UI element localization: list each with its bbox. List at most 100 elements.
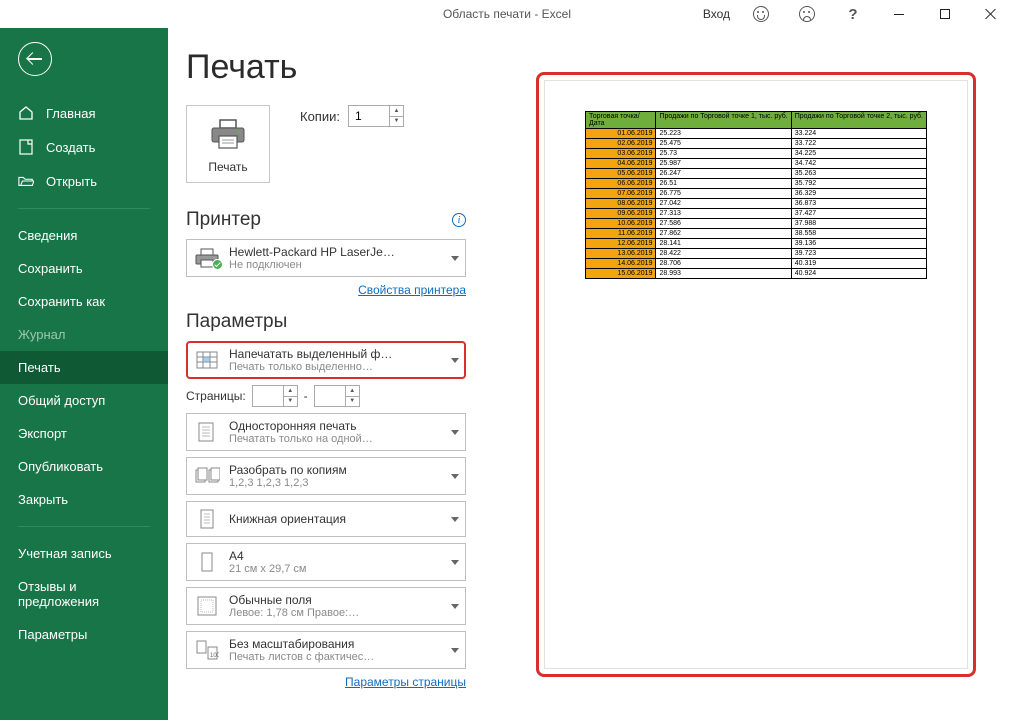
papersize-dropdown[interactable]: A421 см x 29,7 см	[186, 543, 466, 581]
one-sided-icon	[193, 420, 221, 444]
sidebar-item-label: Учетная запись	[18, 546, 112, 561]
sidebar-item-label: Открыть	[46, 174, 97, 189]
printer-section-title: Принтер	[186, 209, 261, 231]
sidebar-item-feedback[interactable]: Отзывы и предложения	[0, 570, 168, 618]
pages-separator: -	[304, 389, 308, 403]
chevron-down-icon	[451, 604, 459, 609]
chevron-down-icon	[451, 648, 459, 653]
chevron-down-icon	[451, 358, 459, 363]
print-button[interactable]: Печать	[186, 105, 270, 183]
page-size-icon	[193, 550, 221, 574]
collate-dropdown[interactable]: Разобрать по копиям1,2,3 1,2,3 1,2,3	[186, 457, 466, 495]
preview-highlight-border: Торговая точка/ДатаПродажи по Торговой т…	[536, 72, 976, 677]
selection-icon	[193, 348, 221, 372]
printer-name: Hewlett-Packard HP LaserJe…	[229, 245, 443, 259]
sidebar-item-label: Сведения	[18, 228, 77, 243]
preview-data-table: Торговая точка/ДатаПродажи по Торговой т…	[585, 111, 927, 279]
sidebar-item-label: Закрыть	[18, 492, 68, 507]
happy-face-icon[interactable]	[738, 0, 784, 28]
spin-up[interactable]: ▲	[389, 106, 403, 117]
sidebar-item-label: Сохранить как	[18, 294, 105, 309]
print-preview: Торговая точка/ДатаПродажи по Торговой т…	[536, 48, 1000, 700]
collate-icon	[193, 464, 221, 488]
back-button[interactable]	[18, 42, 52, 76]
sidebar-item-close[interactable]: Закрыть	[0, 483, 168, 516]
sidebar-item-label: Опубликовать	[18, 459, 103, 474]
chevron-down-icon	[451, 430, 459, 435]
home-icon	[18, 105, 34, 121]
margins-dropdown[interactable]: Обычные поляЛевое: 1,78 см Правое:…	[186, 587, 466, 625]
printer-small-icon	[193, 246, 221, 270]
chevron-down-icon	[451, 256, 459, 261]
sidebar-item-open[interactable]: Открыть	[0, 164, 168, 198]
copies-label: Копии:	[300, 109, 340, 124]
sides-dropdown[interactable]: Односторонняя печатьПечатать только на о…	[186, 413, 466, 451]
sidebar-item-print[interactable]: Печать	[0, 351, 168, 384]
sidebar-item-label: Сохранить	[18, 261, 83, 276]
open-folder-icon	[18, 173, 34, 189]
printer-properties-link[interactable]: Свойства принтера	[358, 283, 466, 297]
preview-page: Торговая точка/ДатаПродажи по Торговой т…	[544, 80, 968, 669]
printer-status: Не подключен	[229, 259, 443, 271]
spin-down[interactable]: ▼	[283, 397, 297, 407]
sad-face-icon[interactable]	[784, 0, 830, 28]
sidebar-item-save-as[interactable]: Сохранить как	[0, 285, 168, 318]
chevron-down-icon	[451, 474, 459, 479]
print-selection-dropdown[interactable]: Напечатать выделенный ф… Печать только в…	[186, 341, 466, 379]
sidebar-item-save[interactable]: Сохранить	[0, 252, 168, 285]
help-icon[interactable]: ?	[830, 0, 876, 28]
print-button-label: Печать	[191, 160, 265, 174]
login-label[interactable]: Вход	[695, 7, 738, 21]
copies-spinner[interactable]: ▲▼	[348, 105, 404, 127]
sidebar-item-share[interactable]: Общий доступ	[0, 384, 168, 417]
sidebar-item-label: Печать	[18, 360, 61, 375]
pages-from-spinner[interactable]: ▲▼	[252, 385, 298, 407]
sidebar-item-history: Журнал	[0, 318, 168, 351]
printer-icon	[208, 118, 248, 150]
margins-icon	[193, 594, 221, 618]
sidebar-item-label: Экспорт	[18, 426, 67, 441]
close-button[interactable]	[968, 0, 1014, 28]
orientation-dropdown[interactable]: Книжная ориентация	[186, 501, 466, 537]
chevron-down-icon	[451, 517, 459, 522]
pages-label: Страницы:	[186, 389, 246, 403]
spin-down[interactable]: ▼	[345, 397, 359, 407]
spin-up[interactable]: ▲	[345, 386, 359, 397]
sidebar-item-label: Отзывы и предложения	[18, 579, 150, 609]
chevron-down-icon	[451, 560, 459, 565]
sidebar-divider	[18, 526, 150, 527]
sidebar-item-export[interactable]: Экспорт	[0, 417, 168, 450]
page-title: Печать	[186, 48, 466, 87]
no-scaling-icon: 100	[193, 638, 221, 662]
minimize-button[interactable]	[876, 0, 922, 28]
info-icon[interactable]: i	[452, 213, 466, 227]
sidebar-item-options[interactable]: Параметры	[0, 618, 168, 651]
maximize-button[interactable]	[922, 0, 968, 28]
svg-text:100: 100	[210, 653, 219, 659]
sidebar-item-label: Главная	[46, 106, 95, 121]
sidebar-item-label: Параметры	[18, 627, 87, 642]
spin-down[interactable]: ▼	[389, 117, 403, 127]
copies-input[interactable]	[349, 109, 389, 123]
page-setup-link[interactable]: Параметры страницы	[345, 675, 466, 689]
sidebar-item-label: Журнал	[18, 327, 65, 342]
sidebar-item-home[interactable]: Главная	[0, 96, 168, 130]
scaling-dropdown[interactable]: 100 Без масштабированияПечать листов с ф…	[186, 631, 466, 669]
sidebar-item-label: Создать	[46, 140, 95, 155]
settings-section-title: Параметры	[186, 311, 287, 333]
new-doc-icon	[18, 139, 34, 155]
checkmark-icon	[212, 259, 223, 270]
sidebar-item-publish[interactable]: Опубликовать	[0, 450, 168, 483]
sidebar-item-new[interactable]: Создать	[0, 130, 168, 164]
backstage-sidebar: Главная Создать Открыть Сведения Сохрани…	[0, 28, 168, 720]
titlebar: Область печати - Excel Вход ?	[0, 0, 1014, 28]
pages-to-spinner[interactable]: ▲▼	[314, 385, 360, 407]
sidebar-item-info[interactable]: Сведения	[0, 219, 168, 252]
sidebar-divider	[18, 208, 150, 209]
spin-up[interactable]: ▲	[283, 386, 297, 397]
portrait-icon	[193, 507, 221, 531]
sidebar-item-label: Общий доступ	[18, 393, 105, 408]
printer-dropdown[interactable]: Hewlett-Packard HP LaserJe… Не подключен	[186, 239, 466, 277]
sidebar-item-account[interactable]: Учетная запись	[0, 537, 168, 570]
window-title: Область печати - Excel	[443, 7, 571, 21]
